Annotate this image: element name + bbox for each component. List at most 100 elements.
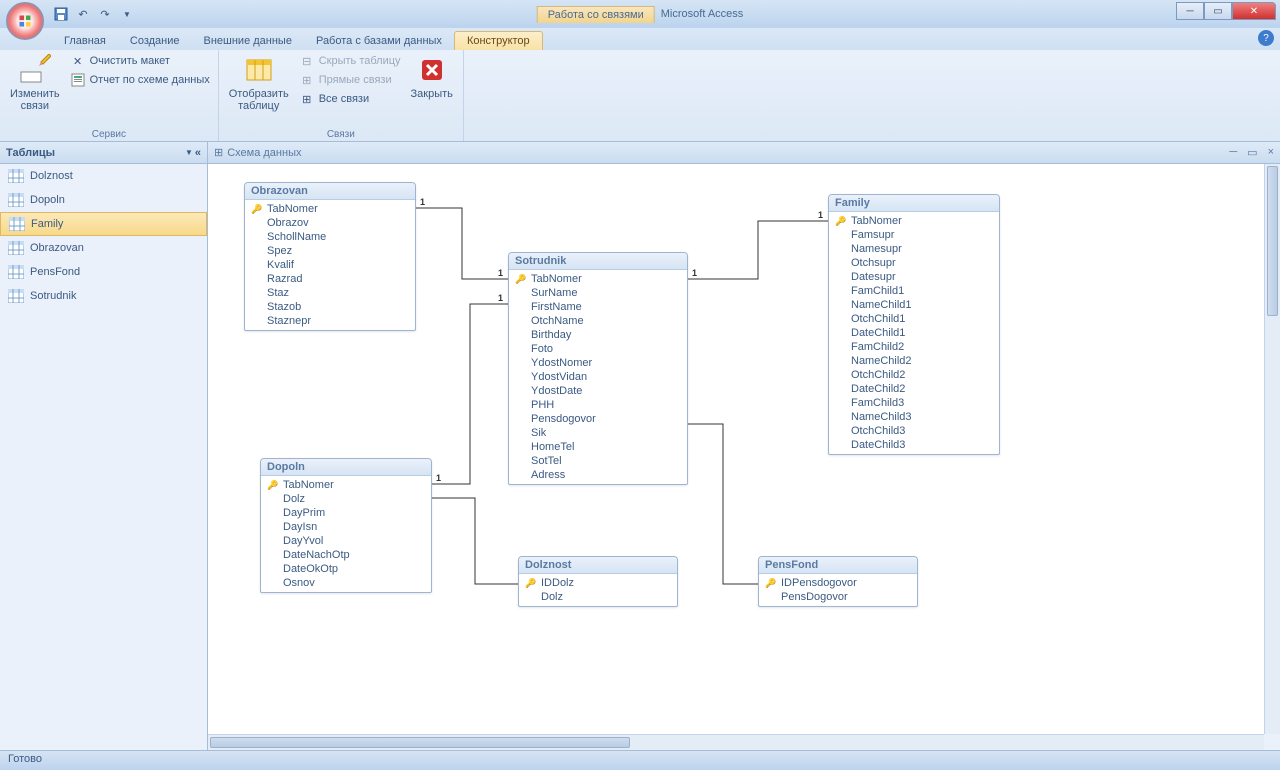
field-row[interactable]: FamChild1 [833,284,995,298]
field-row[interactable]: Kvalif [249,258,411,272]
tab-design[interactable]: Конструктор [454,31,543,50]
document-tab[interactable]: ⊞ Схема данных ─ ▭ × [208,142,1280,164]
field-row[interactable]: Osnov [265,576,427,590]
nav-item-dopoln[interactable]: Dopoln [0,188,207,212]
clear-layout-button[interactable]: ✕Очистить макет [68,52,212,70]
field-row[interactable]: Dolz [265,492,427,506]
field-row[interactable]: Namesupr [833,242,995,256]
field-row[interactable]: Stazob [249,300,411,314]
table-header[interactable]: Obrazovan [245,183,415,200]
field-row[interactable]: PHH [513,398,683,412]
table-header[interactable]: Dolznost [519,557,677,574]
field-row[interactable]: NameChild1 [833,298,995,312]
field-row[interactable]: 🔑TabNomer [249,202,411,216]
tab-home[interactable]: Главная [52,32,118,50]
field-row[interactable]: OtchName [513,314,683,328]
field-row[interactable]: 🔑IDDolz [523,576,673,590]
field-row[interactable]: Birthday [513,328,683,342]
table-header[interactable]: Family [829,195,999,212]
field-row[interactable]: Datesupr [833,270,995,284]
field-row[interactable]: FamChild2 [833,340,995,354]
table-obrazovan[interactable]: Obrazovan 🔑TabNomerObrazovSchollNameSpezK… [244,182,416,331]
doc-restore-icon[interactable]: ▭ [1247,146,1257,159]
field-row[interactable]: YdostDate [513,384,683,398]
field-row[interactable]: Famsupr [833,228,995,242]
field-row[interactable]: 🔑IDPensdogovor [763,576,913,590]
minimize-button[interactable]: ─ [1176,2,1204,20]
field-row[interactable]: OtchChild2 [833,368,995,382]
field-row[interactable]: YdostVidan [513,370,683,384]
field-row[interactable]: Staznepr [249,314,411,328]
field-row[interactable]: DateChild3 [833,438,995,452]
field-row[interactable]: FirstName [513,300,683,314]
field-row[interactable]: Otchsupr [833,256,995,270]
field-row[interactable]: Sik [513,426,683,440]
nav-item-family[interactable]: Family [0,212,207,236]
field-row[interactable]: Foto [513,342,683,356]
field-row[interactable]: DateOkOtp [265,562,427,576]
relationship-report-button[interactable]: Отчет по схеме данных [68,71,212,89]
close-button[interactable]: ✕ [1232,2,1276,20]
nav-item-sotrudnik[interactable]: Sotrudnik [0,284,207,308]
field-row[interactable]: DateNachOtp [265,548,427,562]
all-relationships-button[interactable]: ⊞Все связи [297,90,403,108]
table-pensfond[interactable]: PensFond 🔑IDPensdogovorPensDogovor [758,556,918,607]
tab-dbtools[interactable]: Работа с базами данных [304,32,454,50]
office-button[interactable] [6,2,44,40]
table-header[interactable]: PensFond [759,557,917,574]
field-row[interactable]: Obrazov [249,216,411,230]
nav-collapse-icon[interactable]: « [195,147,201,159]
field-row[interactable]: SurName [513,286,683,300]
doc-minimize-icon[interactable]: ─ [1229,146,1237,159]
nav-item-obrazovan[interactable]: Obrazovan [0,236,207,260]
table-sotrudnik[interactable]: Sotrudnik 🔑TabNomerSurNameFirstNameOtchNa… [508,252,688,485]
nav-header[interactable]: Таблицы ▼« [0,142,207,164]
field-row[interactable]: 🔑TabNomer [513,272,683,286]
field-row[interactable]: PensDogovor [763,590,913,604]
field-row[interactable]: DateChild1 [833,326,995,340]
table-dopoln[interactable]: Dopoln🔑TabNomerDolzDayPrimDayIsnDayYvolD… [260,458,432,593]
field-row[interactable]: NameChild3 [833,410,995,424]
tab-external[interactable]: Внешние данные [192,32,304,50]
field-row[interactable]: 🔑TabNomer [265,478,427,492]
save-icon[interactable] [52,5,70,23]
tab-create[interactable]: Создание [118,32,192,50]
close-relationships-button[interactable]: Закрыть [407,52,457,102]
field-row[interactable]: OtchChild3 [833,424,995,438]
field-row[interactable]: SotTel [513,454,683,468]
doc-close-icon[interactable]: × [1268,146,1274,159]
show-table-button[interactable]: Отобразить таблицу [225,52,293,114]
horizontal-scrollbar[interactable] [208,734,1264,750]
maximize-button[interactable]: ▭ [1204,2,1232,20]
redo-icon[interactable]: ↷ [96,5,114,23]
field-row[interactable]: 🔑TabNomer [833,214,995,228]
field-row[interactable]: OtchChild1 [833,312,995,326]
field-row[interactable]: FamChild3 [833,396,995,410]
field-row[interactable]: Pensdogovor [513,412,683,426]
nav-item-dolznost[interactable]: Dolznost [0,164,207,188]
field-row[interactable]: Razrad [249,272,411,286]
vscroll-thumb[interactable] [1267,166,1278,316]
field-row[interactable]: DayIsn [265,520,427,534]
field-row[interactable]: Dolz [523,590,673,604]
field-row[interactable]: YdostNomer [513,356,683,370]
field-row[interactable]: NameChild2 [833,354,995,368]
field-row[interactable]: Adress [513,468,683,482]
field-row[interactable]: DayPrim [265,506,427,520]
field-row[interactable]: DateChild2 [833,382,995,396]
field-row[interactable]: Spez [249,244,411,258]
field-row[interactable]: SchollName [249,230,411,244]
help-button[interactable]: ? [1258,30,1274,46]
field-row[interactable]: DayYvol [265,534,427,548]
nav-item-pensfond[interactable]: PensFond [0,260,207,284]
qat-dropdown-icon[interactable]: ▼ [118,5,136,23]
table-header[interactable]: Sotrudnik [509,253,687,270]
field-row[interactable]: Staz [249,286,411,300]
edit-relationships-button[interactable]: Изменить связи [6,52,64,114]
field-row[interactable]: HomeTel [513,440,683,454]
table-header[interactable]: Dopoln [261,459,431,476]
nav-dropdown-icon[interactable]: ▼ [185,148,193,157]
undo-icon[interactable]: ↶ [74,5,92,23]
table-family[interactable]: Family🔑TabNomerFamsuprNamesuprOtchsuprDa… [828,194,1000,455]
hscroll-thumb[interactable] [210,737,630,748]
